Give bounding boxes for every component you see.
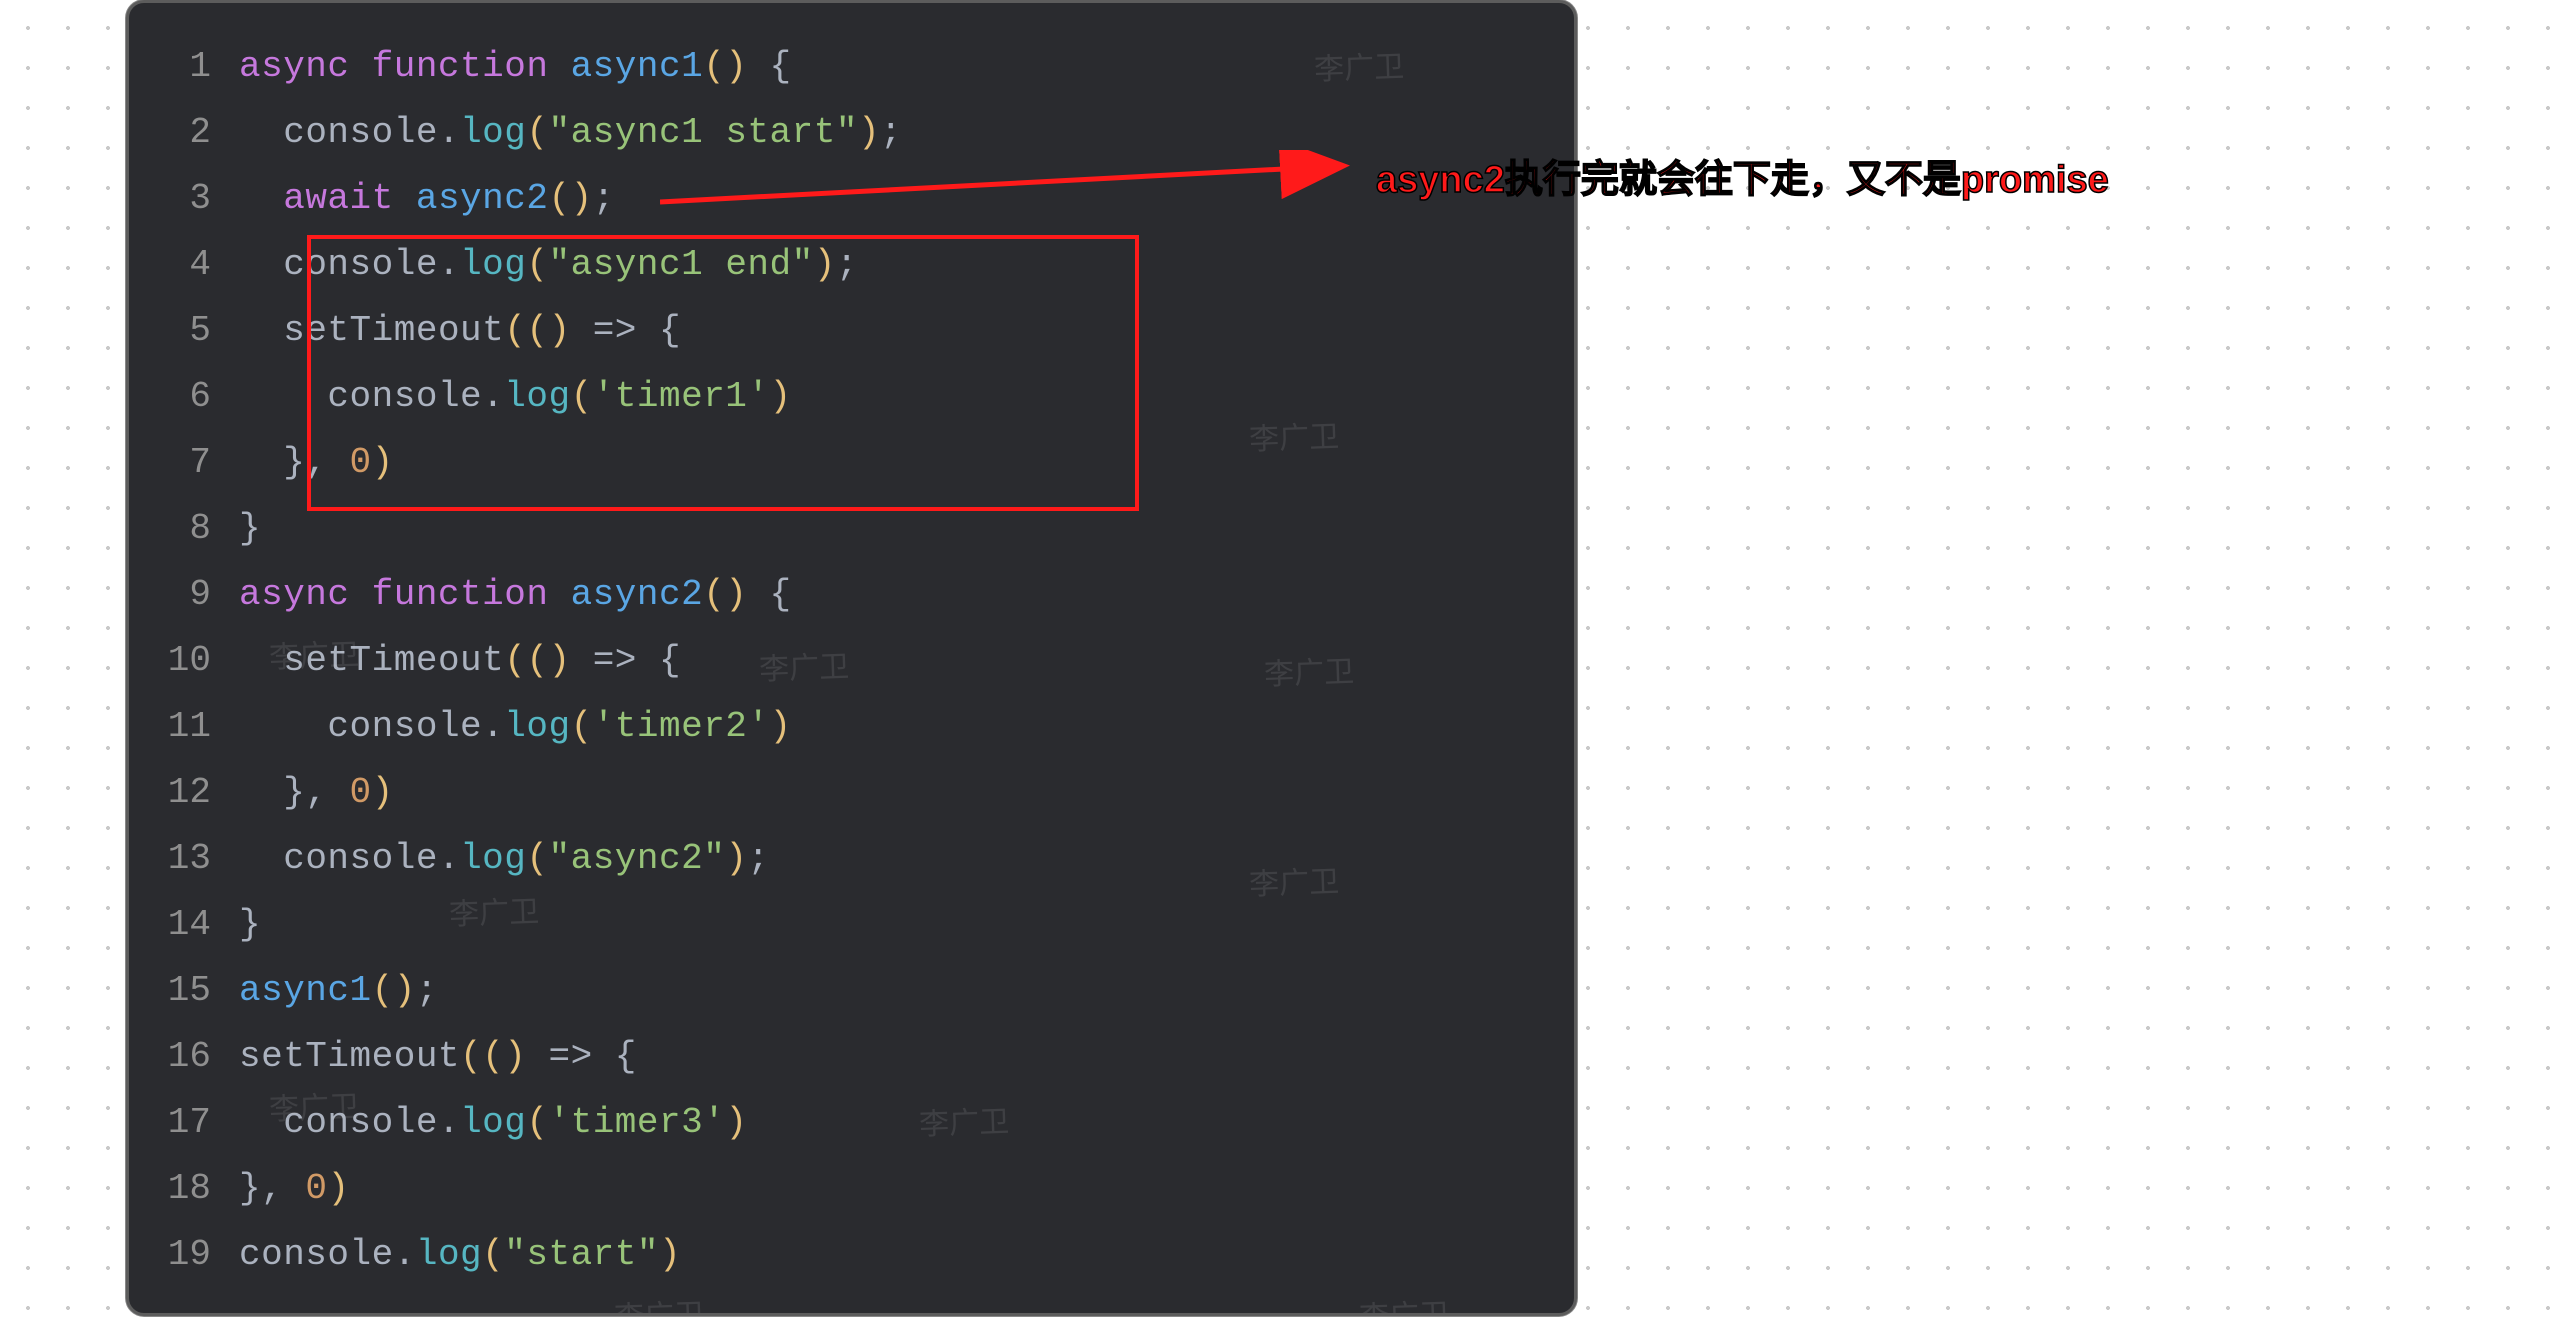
- line-number: 13: [129, 838, 239, 879]
- line-number: 19: [129, 1234, 239, 1275]
- code-editor-panel: 1async function async1() {2 console.log(…: [126, 0, 1577, 1316]
- code-line: 1async function async1() {: [129, 33, 1574, 99]
- code-text: }, 0): [239, 1168, 350, 1209]
- code-text: console.log('timer3'): [239, 1102, 747, 1143]
- line-number: 18: [129, 1168, 239, 1209]
- code-line: 12 }, 0): [129, 759, 1574, 825]
- code-line: 15async1();: [129, 957, 1574, 1023]
- line-number: 3: [129, 178, 239, 219]
- line-number: 17: [129, 1102, 239, 1143]
- line-number: 12: [129, 772, 239, 813]
- line-number: 7: [129, 442, 239, 483]
- line-number: 5: [129, 310, 239, 351]
- code-line: 3 await async2();: [129, 165, 1574, 231]
- line-number: 6: [129, 376, 239, 417]
- code-text: console.log("async2");: [239, 838, 770, 879]
- code-line: 10 setTimeout(() => {: [129, 627, 1574, 693]
- code-text: console.log("start"): [239, 1234, 681, 1275]
- code-line: 9async function async2() {: [129, 561, 1574, 627]
- code-text: await async2();: [239, 178, 615, 219]
- line-number: 15: [129, 970, 239, 1011]
- code-line: 13 console.log("async2");: [129, 825, 1574, 891]
- line-number: 14: [129, 904, 239, 945]
- code-text: async function async1() {: [239, 46, 792, 87]
- code-line: 2 console.log("async1 start");: [129, 99, 1574, 165]
- line-number: 10: [129, 640, 239, 681]
- line-number: 9: [129, 574, 239, 615]
- code-line: 19console.log("start"): [129, 1221, 1574, 1287]
- line-number: 4: [129, 244, 239, 285]
- code-line: 11 console.log('timer2'): [129, 693, 1574, 759]
- code-line: 7 }, 0): [129, 429, 1574, 495]
- code-text: console.log("async1 end");: [239, 244, 858, 285]
- code-line: 16setTimeout(() => {: [129, 1023, 1574, 1089]
- code-line: 8}: [129, 495, 1574, 561]
- code-text: }, 0): [239, 442, 394, 483]
- code-text: async1();: [239, 970, 438, 1011]
- line-number: 16: [129, 1036, 239, 1077]
- code-text: console.log("async1 start");: [239, 112, 902, 153]
- code-lines-container: 1async function async1() {2 console.log(…: [129, 3, 1574, 1313]
- code-line: 17 console.log('timer3'): [129, 1089, 1574, 1155]
- annotation-text: async2执行完就会往下走，又不是promise: [1376, 148, 2109, 203]
- code-text: }: [239, 508, 261, 549]
- code-text: setTimeout(() => {: [239, 310, 681, 351]
- code-line: 18}, 0): [129, 1155, 1574, 1221]
- code-text: console.log('timer1'): [239, 376, 792, 417]
- code-text: console.log('timer2'): [239, 706, 792, 747]
- code-line: 14}: [129, 891, 1574, 957]
- code-text: }, 0): [239, 772, 394, 813]
- line-number: 11: [129, 706, 239, 747]
- code-line: 6 console.log('timer1'): [129, 363, 1574, 429]
- code-line: 4 console.log("async1 end");: [129, 231, 1574, 297]
- line-number: 2: [129, 112, 239, 153]
- code-text: setTimeout(() => {: [239, 1036, 637, 1077]
- line-number: 1: [129, 46, 239, 87]
- code-line: 5 setTimeout(() => {: [129, 297, 1574, 363]
- code-text: }: [239, 904, 261, 945]
- line-number: 8: [129, 508, 239, 549]
- code-text: async function async2() {: [239, 574, 792, 615]
- code-text: setTimeout(() => {: [239, 640, 681, 681]
